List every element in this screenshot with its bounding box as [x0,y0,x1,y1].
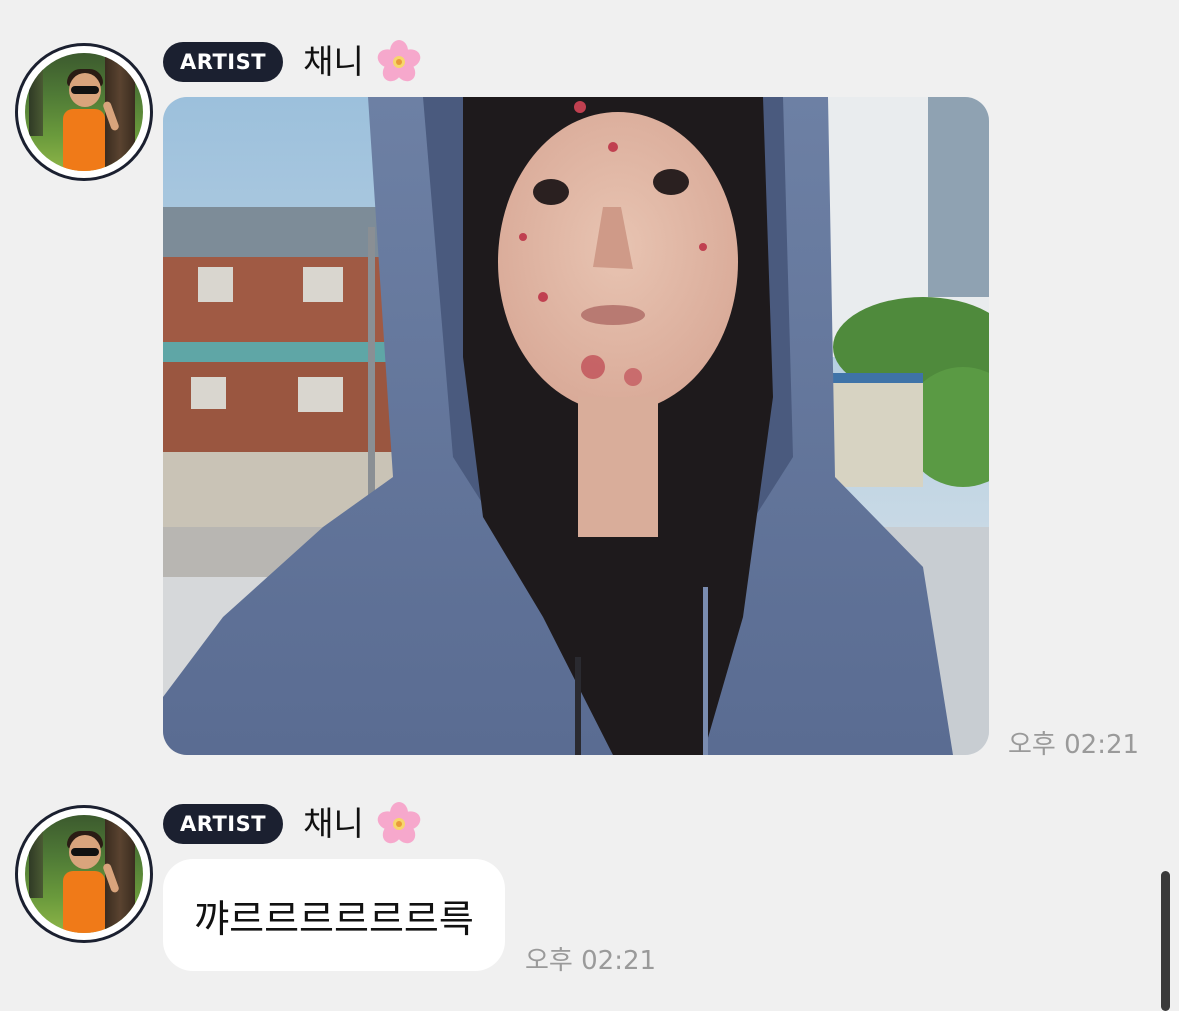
sender-row: ARTIST 채니 [163,802,422,846]
message-photo[interactable] [163,97,989,755]
message-time: 오후 02:21 [525,946,657,976]
sender-name[interactable]: 채니 [303,40,364,84]
avatar-image [25,815,143,933]
avatar-image [25,53,143,171]
message-item: ARTIST 채니 꺄르르르르르르륵 오후 02:21 [0,762,1179,1011]
chat-room: ARTIST 채니 오후 02:21 ARTIST 채니 꺄르르르르르르륵 오후… [0,0,1179,1011]
cherry-blossom-icon [376,39,422,85]
cherry-blossom-icon [376,801,422,847]
avatar[interactable] [15,805,153,943]
scrollbar[interactable] [1161,871,1170,1011]
sender-name[interactable]: 채니 [303,802,364,846]
message-item: ARTIST 채니 오후 02:21 [0,0,1179,780]
avatar[interactable] [15,43,153,181]
selfie-photo [163,97,989,755]
artist-badge: ARTIST [163,804,284,844]
message-bubble[interactable]: 꺄르르르르르르륵 [163,859,505,971]
artist-badge: ARTIST [163,42,284,82]
sender-row: ARTIST 채니 [163,40,422,84]
message-time: 오후 02:21 [1008,730,1140,760]
message-text: 꺄르르르르르르륵 [194,896,474,941]
